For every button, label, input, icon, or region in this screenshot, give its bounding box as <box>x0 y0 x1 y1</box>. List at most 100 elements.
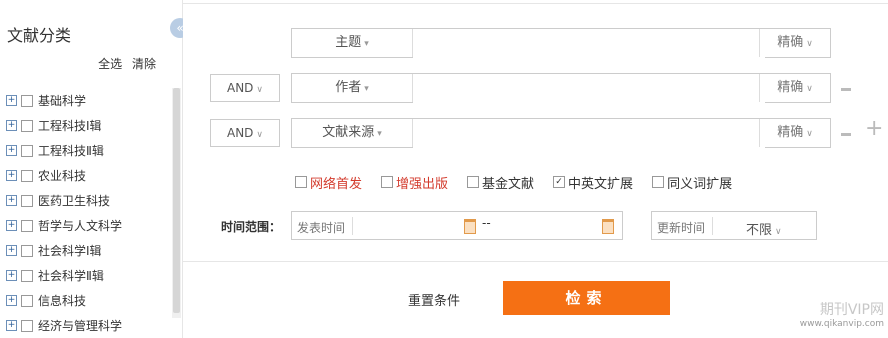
tree-item-social-1[interactable]: + 社会科学Ⅰ辑 <box>6 238 166 263</box>
expand-icon[interactable]: + <box>6 170 17 181</box>
field-label: 主题 <box>335 35 362 50</box>
expand-icon[interactable]: + <box>6 295 17 306</box>
chevron-down-icon: ∨ <box>775 227 782 237</box>
clear-link[interactable]: 清除 <box>132 57 156 71</box>
match-select[interactable]: 精确 ∨ <box>759 119 830 147</box>
logic-select[interactable]: AND ∨ <box>210 119 280 147</box>
field-label: 作者 <box>335 80 362 95</box>
option-label: 网络首发 <box>310 176 363 192</box>
remove-row-icon[interactable] <box>841 133 851 136</box>
checkbox[interactable] <box>467 176 480 188</box>
watermark-title: 期刊VIP网 <box>819 302 884 318</box>
expand-icon[interactable]: + <box>6 320 17 331</box>
logic-select[interactable]: AND ∨ <box>210 74 280 102</box>
option-synonym-expand[interactable]: 同义词扩展 <box>652 173 732 192</box>
search-input[interactable] <box>413 29 765 59</box>
chevron-down-icon: ▾ <box>364 84 369 94</box>
option-network-first[interactable]: 网络首发 <box>295 173 362 192</box>
search-panel: 主题 ▾ 精确 ∨ AND ∨ 作者 ▾ 精确 ∨ AND ∨ 文献来源 ▾ 精确 ∨ + <box>183 0 888 338</box>
divider <box>183 3 888 4</box>
chevron-down-icon: ▾ <box>364 39 369 49</box>
checkbox[interactable] <box>652 176 665 188</box>
expand-icon[interactable]: + <box>6 195 17 206</box>
publish-date-range[interactable]: 发表时间 -- <box>291 211 623 240</box>
checkbox-checked[interactable]: ✓ <box>553 176 566 188</box>
divider <box>183 261 888 262</box>
option-label: 基金文献 <box>482 176 535 192</box>
tree-item-label: 基础科学 <box>38 94 87 108</box>
calendar-icon[interactable] <box>464 219 476 234</box>
expand-icon[interactable]: + <box>6 270 17 281</box>
search-row-1: 主题 ▾ 精确 ∨ <box>291 28 831 59</box>
tree-item-engineering-1[interactable]: + 工程科技Ⅰ辑 <box>6 113 166 138</box>
search-row-3: 文献来源 ▾ 精确 ∨ <box>291 118 831 149</box>
logic-label: AND <box>226 81 254 95</box>
expand-icon[interactable]: + <box>6 120 17 131</box>
checkbox[interactable] <box>21 144 33 157</box>
scrollbar-thumb[interactable] <box>173 88 180 313</box>
field-select[interactable]: 主题 ▾ <box>292 29 413 57</box>
tree-item-agriculture[interactable]: + 农业科技 <box>6 163 166 188</box>
update-value-label: 不限 <box>746 223 773 238</box>
tree-item-label: 经济与管理科学 <box>38 319 123 333</box>
tree-item-medicine[interactable]: + 医药卫生科技 <box>6 188 166 213</box>
field-select[interactable]: 文献来源 ▾ <box>292 119 413 147</box>
expand-icon[interactable]: + <box>6 95 17 106</box>
divider <box>712 217 713 235</box>
checkbox[interactable] <box>21 119 33 132</box>
sidebar-actions: 全选 清除 <box>92 55 156 72</box>
checkbox[interactable] <box>21 294 33 307</box>
checkbox[interactable] <box>21 169 33 182</box>
divider <box>352 217 353 235</box>
tree-item-label: 工程科技Ⅱ辑 <box>38 144 104 158</box>
calendar-icon[interactable] <box>602 219 614 234</box>
option-label: 同义词扩展 <box>667 176 733 192</box>
update-time-label: 更新时间 <box>657 221 706 235</box>
checkbox[interactable] <box>21 269 33 282</box>
search-input[interactable] <box>413 119 765 149</box>
update-time-select[interactable]: 更新时间 不限 ∨ <box>651 211 817 240</box>
sidebar-title: 文献分类 <box>7 26 72 45</box>
reset-button[interactable]: 重置条件 <box>408 290 460 309</box>
chevron-down-icon: ∨ <box>806 39 813 49</box>
checkbox[interactable] <box>21 94 33 107</box>
expand-icon[interactable]: + <box>6 245 17 256</box>
tree-item-engineering-2[interactable]: + 工程科技Ⅱ辑 <box>6 138 166 163</box>
checkbox[interactable] <box>21 319 33 332</box>
tree-item-basic-science[interactable]: + 基础科学 <box>6 88 166 113</box>
tree-item-it[interactable]: + 信息科技 <box>6 288 166 313</box>
search-input[interactable] <box>413 74 765 104</box>
checkbox[interactable] <box>295 176 307 188</box>
expand-icon[interactable]: + <box>6 145 17 156</box>
field-select[interactable]: 作者 ▾ <box>292 74 413 102</box>
expand-icon[interactable]: + <box>6 220 17 231</box>
tree-item-social-2[interactable]: + 社会科学Ⅱ辑 <box>6 263 166 288</box>
tree-item-label: 哲学与人文科学 <box>38 219 123 233</box>
tree-item-label: 信息科技 <box>38 294 87 308</box>
add-row-icon[interactable]: + <box>865 118 883 140</box>
option-label: 中英文扩展 <box>568 176 634 192</box>
update-time-value: 不限 ∨ <box>746 219 782 238</box>
tree-item-economics[interactable]: + 经济与管理科学 <box>6 313 166 338</box>
tree-item-label: 社会科学Ⅱ辑 <box>38 269 104 283</box>
option-enhanced-pub[interactable]: 增强出版 <box>381 173 448 192</box>
option-label: 增强出版 <box>396 176 449 192</box>
watermark-url: www.qikanvip.com <box>799 319 884 329</box>
option-cn-en-expand[interactable]: ✓ 中英文扩展 <box>553 173 633 192</box>
checkbox[interactable] <box>381 176 394 188</box>
option-fund[interactable]: 基金文献 <box>467 173 534 192</box>
logic-label: AND <box>226 126 254 140</box>
match-select[interactable]: 精确 ∨ <box>759 74 830 102</box>
tree-item-philosophy[interactable]: + 哲学与人文科学 <box>6 213 166 238</box>
match-label: 精确 <box>777 35 804 50</box>
select-all-link[interactable]: 全选 <box>98 57 122 71</box>
tree-item-label: 农业科技 <box>38 169 87 183</box>
date-range-dash: -- <box>482 216 491 230</box>
search-button[interactable]: 检索 <box>503 281 670 315</box>
checkbox[interactable] <box>21 194 33 207</box>
checkbox[interactable] <box>21 219 33 232</box>
match-select[interactable]: 精确 ∨ <box>759 29 830 57</box>
field-label: 文献来源 <box>322 125 375 140</box>
checkbox[interactable] <box>21 244 33 257</box>
remove-row-icon[interactable] <box>841 88 851 91</box>
